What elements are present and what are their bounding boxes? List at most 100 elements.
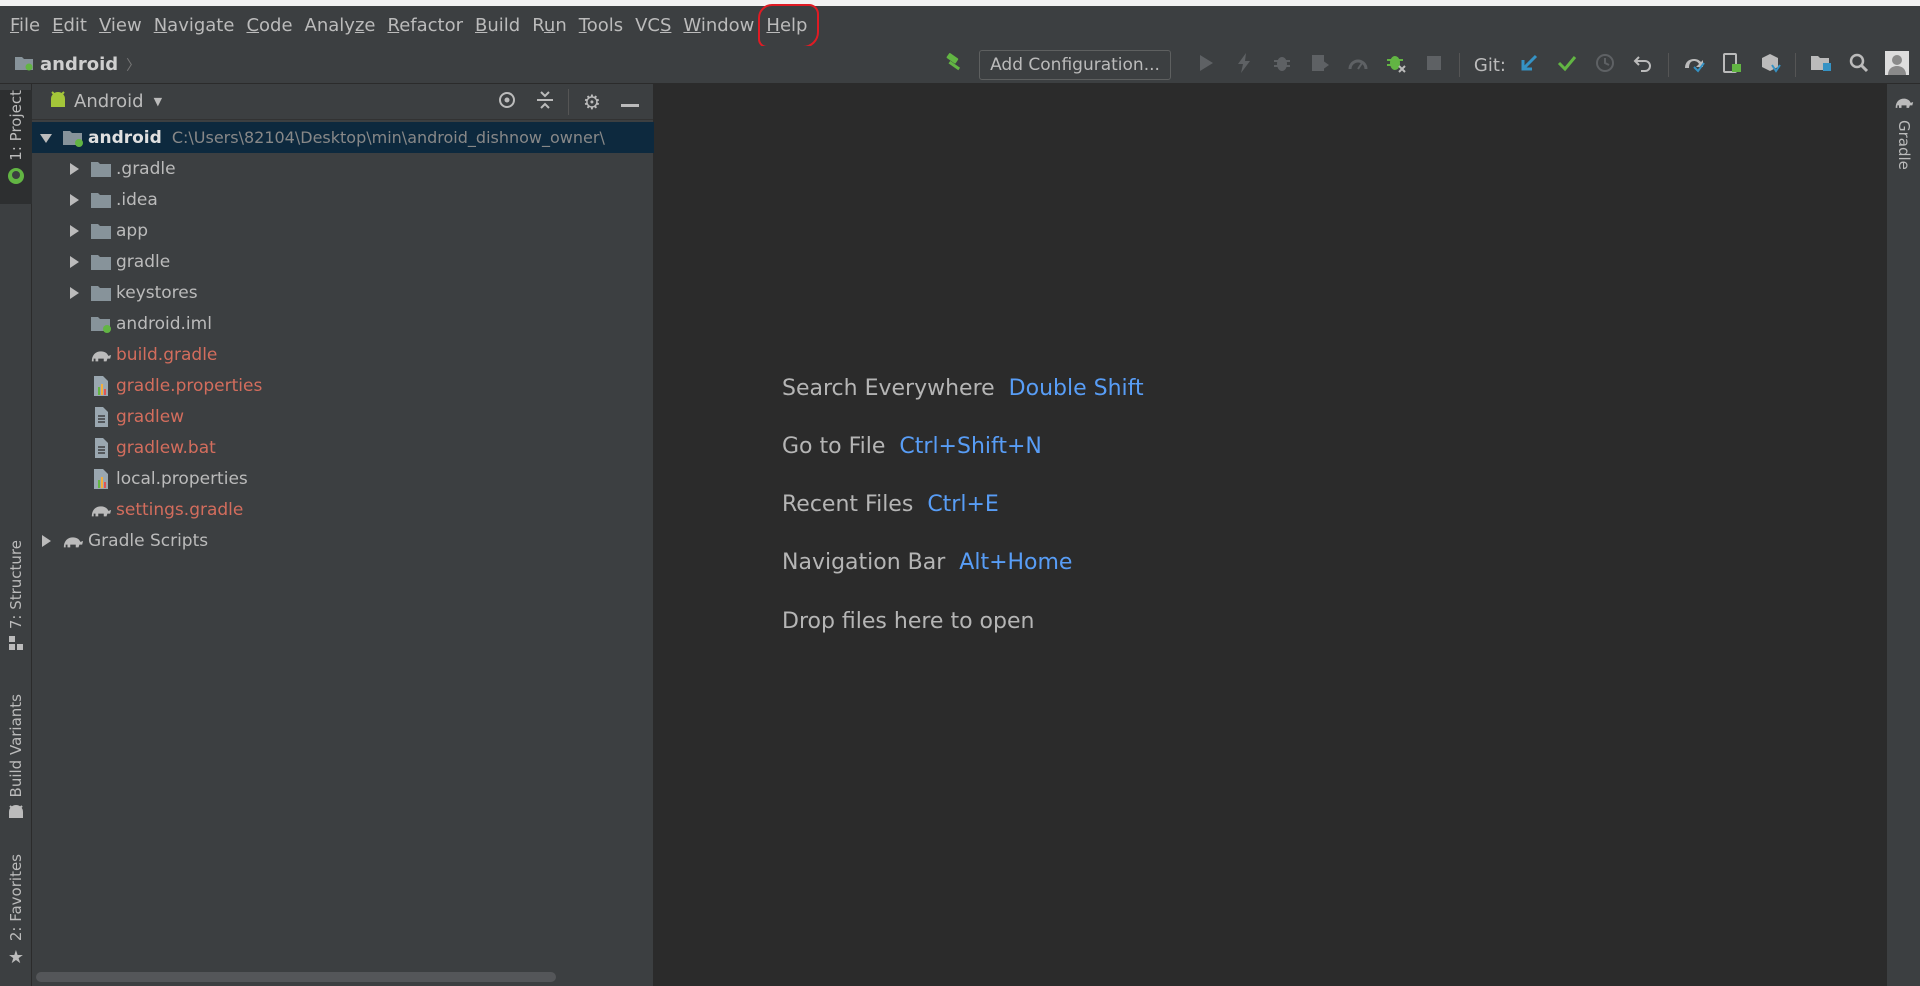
build-variants-tool-tab[interactable]: Build Variants <box>0 694 32 822</box>
git-commit-button[interactable] <box>1550 50 1584 80</box>
tree-item-label: build.gradle <box>116 344 218 365</box>
stop-button[interactable] <box>1417 50 1451 80</box>
hint-label: Recent Files <box>782 492 914 517</box>
tree-row-gradlew-bat[interactable]: gradlew.bat <box>32 432 654 463</box>
toolbar-separator <box>1458 53 1460 77</box>
menu-vcs[interactable]: VCS <box>629 10 677 42</box>
menu-window[interactable]: Window <box>677 10 760 42</box>
hint-label: Navigation Bar <box>782 550 946 575</box>
apply-changes-button[interactable] <box>1227 50 1261 80</box>
project-tab-label: 1: Project <box>7 90 25 161</box>
menu-help[interactable]: Help <box>758 4 820 48</box>
menu-navigate[interactable]: Navigate <box>148 10 241 42</box>
tree-row-settings-gradle[interactable]: settings.gradle <box>32 494 654 525</box>
menu-code[interactable]: Code <box>240 10 298 42</box>
collapsed-arrow-icon[interactable] <box>66 223 82 239</box>
clock-icon <box>1595 53 1615 77</box>
sync-gradle-button[interactable] <box>1677 50 1711 80</box>
tree-row-android-iml[interactable]: android.iml <box>32 308 654 339</box>
tree-row-build-gradle[interactable]: build.gradle <box>32 339 654 370</box>
tree-item-label: .idea <box>116 189 158 210</box>
hide-panel-button[interactable] <box>615 87 645 117</box>
tree-row-keystores[interactable]: keystores <box>32 277 654 308</box>
git-history-button[interactable] <box>1588 50 1622 80</box>
left-tool-stripe: 1: Project 7: Structure Build Variants 2… <box>0 84 32 986</box>
collapsed-arrow-icon[interactable] <box>66 254 82 270</box>
menu-view[interactable]: View <box>93 10 148 42</box>
tree-row-gradle[interactable]: gradle <box>32 246 654 277</box>
breadcrumb[interactable]: android 〉 <box>0 54 140 76</box>
run-with-coverage-button[interactable] <box>1303 50 1337 80</box>
tree-row-app[interactable]: app <box>32 215 654 246</box>
hint-label: Go to File <box>782 434 886 459</box>
folder-icon <box>90 159 112 179</box>
horizontal-scrollbar[interactable] <box>36 972 556 982</box>
select-opened-file-button[interactable] <box>492 87 522 117</box>
menu-tools[interactable]: Tools <box>573 10 629 42</box>
attach-debugger-button[interactable] <box>1379 50 1413 80</box>
menu-refactor[interactable]: Refactor <box>381 10 469 42</box>
tree-item-label: gradlew.bat <box>116 437 216 458</box>
menu-analyze[interactable]: Analyze <box>299 10 382 42</box>
folder-icon <box>90 221 112 241</box>
project-settings-button[interactable]: ⚙ <box>577 87 607 117</box>
toolbar-separator <box>1668 53 1669 77</box>
debug-button[interactable] <box>1265 50 1299 80</box>
run-icon <box>1198 54 1214 76</box>
search-everywhere-button[interactable] <box>1842 50 1876 80</box>
collapsed-arrow-icon[interactable] <box>38 533 54 549</box>
profile-button[interactable] <box>1341 50 1375 80</box>
lightning-icon <box>1237 53 1251 77</box>
git-update-button[interactable] <box>1512 50 1546 80</box>
undo-icon <box>1633 53 1653 77</box>
hint-shortcut: Ctrl+Shift+N <box>899 434 1042 459</box>
tree-row-gradlew[interactable]: gradlew <box>32 401 654 432</box>
gradle-tool-tab[interactable]: Gradle <box>1887 94 1920 170</box>
git-rollback-button[interactable] <box>1626 50 1660 80</box>
run-button[interactable] <box>1189 50 1223 80</box>
tree-row-android-root[interactable]: android C:\Users\82104\Desktop\min\andro… <box>32 122 654 153</box>
collapse-all-button[interactable] <box>530 87 560 117</box>
update-arrow-icon <box>1519 53 1539 77</box>
tree-item-label: settings.gradle <box>116 499 244 520</box>
properties-file-icon <box>90 468 112 489</box>
expanded-arrow-icon[interactable] <box>38 130 54 146</box>
collapsed-arrow-icon[interactable] <box>66 161 82 177</box>
editor-empty-area[interactable]: Search Everywhere Double Shift Go to Fil… <box>654 84 1886 986</box>
collapsed-arrow-icon[interactable] <box>66 285 82 301</box>
tree-row-gradle-properties[interactable]: gradle.properties <box>32 370 654 401</box>
structure-tab-label: 7: Structure <box>7 540 25 630</box>
checkmark-icon <box>1557 54 1577 76</box>
gradle-elephant-icon <box>90 345 112 365</box>
add-configuration-button[interactable]: Add Configuration... <box>979 50 1171 80</box>
account-button[interactable] <box>1880 50 1914 80</box>
menu-file[interactable]: File <box>4 10 46 42</box>
android-project-icon <box>7 167 25 189</box>
menu-edit[interactable]: Edit <box>46 10 93 42</box>
favorites-tool-tab[interactable]: 2: Favorites ★ <box>0 854 32 974</box>
project-view-selector[interactable]: Android ▼ <box>48 89 162 114</box>
tree-row-local-properties[interactable]: local.properties <box>32 463 654 494</box>
hint-search-everywhere: Search Everywhere Double Shift <box>782 376 1144 401</box>
structure-tool-tab[interactable]: 7: Structure <box>0 540 32 660</box>
make-project-button[interactable] <box>937 50 971 80</box>
search-icon <box>1849 53 1869 77</box>
user-avatar-icon <box>1885 51 1909 79</box>
sdk-manager-button[interactable] <box>1753 50 1787 80</box>
tree-row-gradle-scripts[interactable]: Gradle Scripts <box>32 525 654 556</box>
breadcrumb-project[interactable]: android <box>40 54 118 75</box>
gradle-elephant-icon <box>1894 94 1914 114</box>
project-tool-tab[interactable]: 1: Project <box>0 90 32 204</box>
tree-row-idea[interactable]: .idea <box>32 184 654 215</box>
right-tool-stripe: Gradle <box>1886 84 1920 986</box>
project-structure-button[interactable] <box>1804 50 1838 80</box>
menu-run[interactable]: Run <box>526 10 573 42</box>
project-view-label: Android <box>74 91 144 112</box>
tree-item-label: android <box>88 127 162 148</box>
tree-row-gradle-dir[interactable]: .gradle <box>32 153 654 184</box>
hint-navigation-bar: Navigation Bar Alt+Home <box>782 550 1072 575</box>
menu-build[interactable]: Build <box>469 10 526 42</box>
tree-item-label: gradle <box>116 251 171 272</box>
avd-manager-button[interactable] <box>1715 50 1749 80</box>
collapsed-arrow-icon[interactable] <box>66 192 82 208</box>
